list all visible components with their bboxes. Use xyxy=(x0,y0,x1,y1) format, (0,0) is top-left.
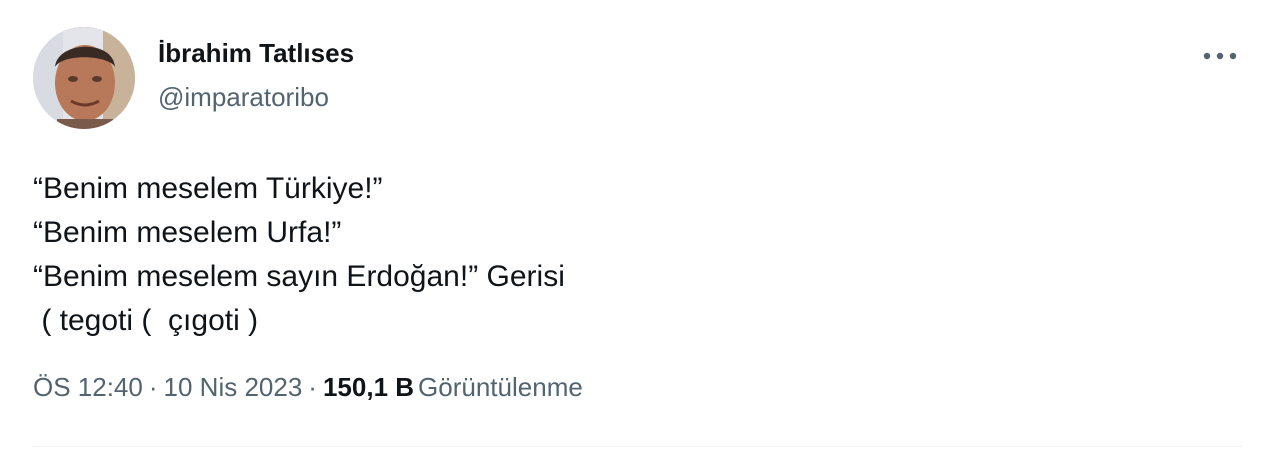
tweet-card: İbrahim Tatlıses @imparatoribo “Benim me… xyxy=(0,0,1280,449)
more-options-button[interactable] xyxy=(1194,36,1246,76)
more-horizontal-icon xyxy=(1203,52,1237,60)
tweet-text-line: “Benim meselem Urfa!” xyxy=(33,216,342,249)
views-label: Görüntülenme xyxy=(418,372,583,402)
tweet-time-link[interactable]: ÖS 12:40 xyxy=(33,372,143,402)
divider xyxy=(33,446,1243,447)
tweet-meta: ÖS 12:40 · 10 Nis 2023 · 150,1 B Görüntülenme xyxy=(33,372,583,403)
tweet-text-line: “Benim meselem sayın Erdoğan!” Gerisi xyxy=(33,260,565,293)
meta-separator: · xyxy=(308,372,317,402)
meta-separator: · xyxy=(148,372,158,402)
views-count: 150,1 B xyxy=(322,372,415,402)
tweet-text-line: “Benim meselem Türkiye!” xyxy=(33,172,383,205)
user-avatar-icon xyxy=(33,27,135,129)
tweet-date-link[interactable]: 10 Nis 2023 xyxy=(164,372,303,402)
avatar[interactable] xyxy=(33,27,135,129)
tweet-text-line: ( tegoti ( çıgoti ) xyxy=(33,304,259,337)
author-handle[interactable]: @imparatoribo xyxy=(158,82,329,113)
tweet-text: “Benim meselem Türkiye!” “Benim meselem … xyxy=(33,167,565,343)
author-display-name[interactable]: İbrahim Tatlıses xyxy=(158,38,354,69)
